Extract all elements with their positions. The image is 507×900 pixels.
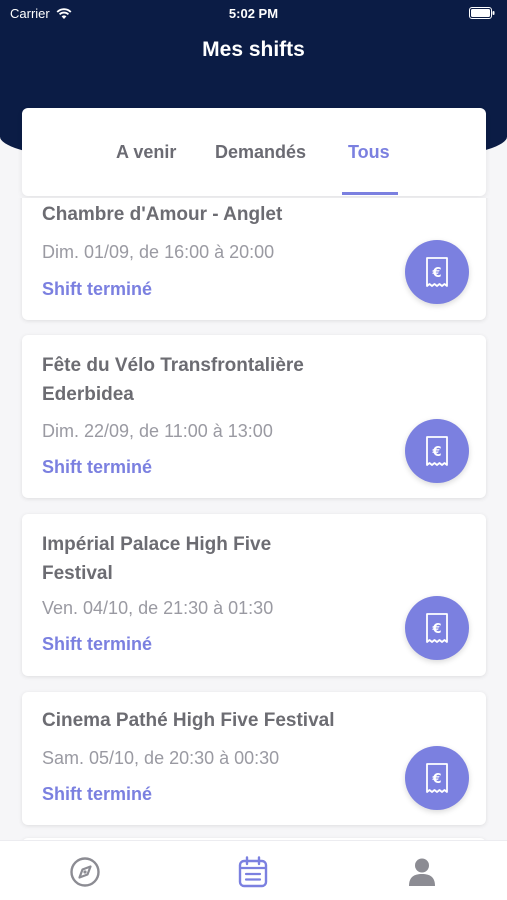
page-title: Mes shifts: [202, 38, 305, 61]
shift-status: Shift terminé: [42, 784, 153, 804]
shift-time: Ven. 04/10, de 21:30 à 01:30: [42, 598, 274, 618]
shift-card[interactable]: Impérial Palace High Five Festival Ven. …: [22, 514, 486, 676]
svg-text:€: €: [431, 622, 441, 637]
status-time: 5:02 PM: [228, 6, 279, 21]
shift-status: Shift terminé: [42, 634, 153, 654]
invoice-button[interactable]: €: [405, 240, 469, 304]
invoice-euro-icon: €: [426, 613, 448, 643]
shift-title: Impérial Palace High Five Festival: [42, 534, 272, 584]
invoice-button[interactable]: €: [405, 419, 469, 483]
shift-status: Shift terminé: [42, 457, 153, 477]
shift-time: Sam. 05/10, de 20:30 à 00:30: [42, 748, 280, 768]
user-icon[interactable]: [405, 855, 439, 889]
svg-text:€: €: [431, 445, 441, 460]
invoice-button[interactable]: €: [405, 596, 469, 660]
tab-bar: A venir Demandés Tous: [22, 108, 486, 196]
shift-list[interactable]: Chambre d'Amour - Anglet Dim. 01/09, de …: [0, 198, 507, 840]
shift-card[interactable]: Cinema Pathé High Five Festival Sam. 05/…: [22, 692, 486, 825]
compass-icon[interactable]: [68, 855, 102, 889]
shift-status: Shift terminé: [42, 279, 153, 299]
shift-time: Dim. 22/09, de 11:00 à 13:00: [42, 421, 273, 441]
svg-text:€: €: [431, 772, 441, 787]
invoice-euro-icon: €: [426, 763, 448, 793]
status-bar: Carrier 5:02 PM: [0, 0, 507, 28]
shift-card[interactable]: Fête du Vélo Transfrontalière Ederbidea …: [22, 335, 486, 498]
shift-title: Fête du Vélo Transfrontalière Ederbidea: [42, 355, 304, 405]
invoice-euro-icon: €: [426, 257, 448, 287]
calendar-icon[interactable]: [236, 855, 270, 889]
shift-title: Cinema Pathé High Five Festival: [42, 710, 335, 731]
invoice-euro-icon: €: [426, 436, 448, 466]
svg-text:€: €: [431, 266, 441, 281]
invoice-button[interactable]: €: [405, 746, 469, 810]
tab-demandes[interactable]: Demandés: [215, 142, 306, 163]
bottom-nav: [0, 840, 507, 900]
battery-icon: [469, 7, 495, 19]
shift-card[interactable]: Chambre d'Amour - Anglet Dim. 01/09, de …: [22, 198, 486, 320]
tab-tous[interactable]: Tous: [348, 142, 390, 163]
active-tab-indicator: [342, 192, 398, 195]
shift-title: Chambre d'Amour - Anglet: [42, 204, 283, 225]
tab-a-venir[interactable]: A venir: [116, 142, 176, 163]
shift-time: Dim. 01/09, de 16:00 à 20:00: [42, 242, 275, 262]
